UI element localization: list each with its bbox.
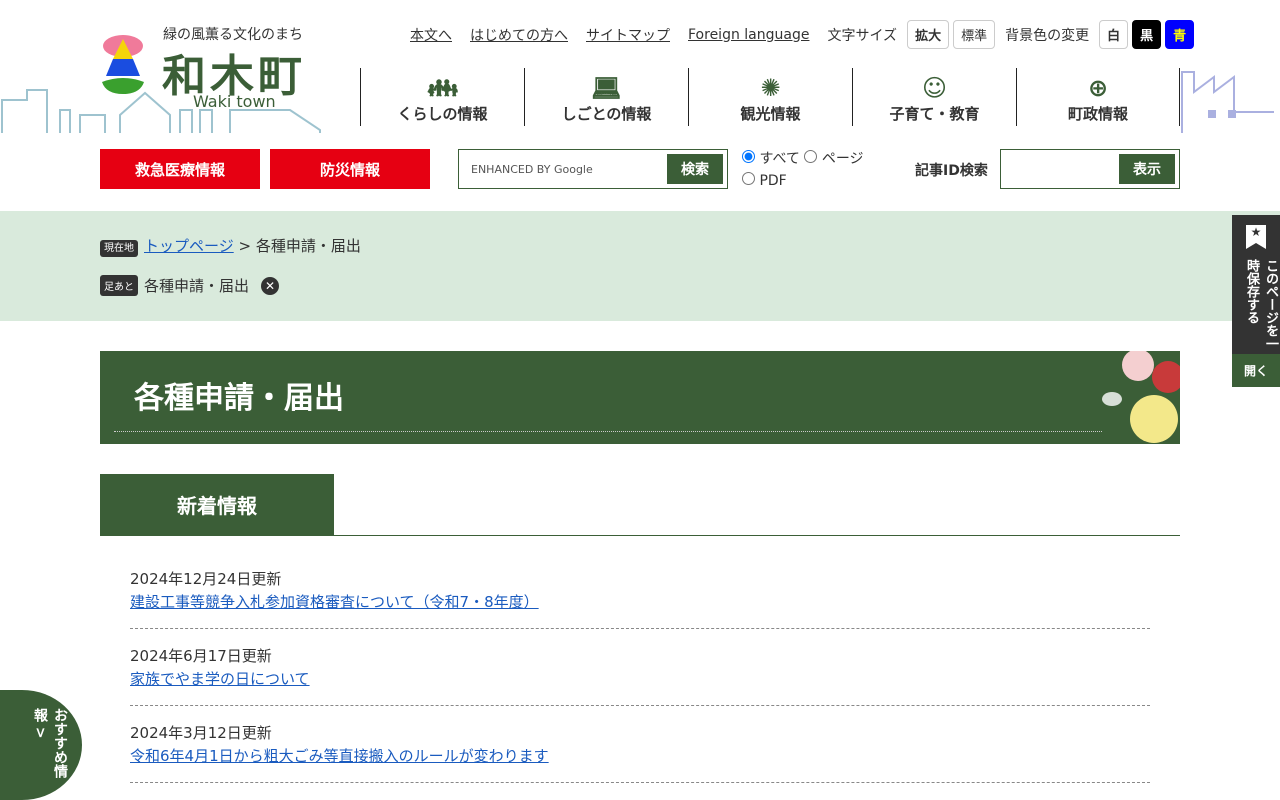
list-item: 2024年12月24日更新建設工事等競争入札参加資格審査について（令和7・8年度… <box>130 566 1150 629</box>
breadcrumb-separator: > <box>233 237 256 255</box>
town-logo-icon <box>102 35 144 94</box>
search-input[interactable]: ENHANCED BY Google <box>463 163 667 176</box>
nav-label: しごとの情報 <box>561 105 652 123</box>
nav-label: くらしの情報 <box>397 105 488 123</box>
list-item: 2024年3月12日更新令和6年4月1日から粗大ごみ等直接搬入のルールが変わりま… <box>130 720 1150 783</box>
nav-work[interactable]: 💻︎ しごとの情報 <box>524 68 688 126</box>
site-search: ENHANCED BY Google 検索 <box>458 149 728 189</box>
bg-black-button[interactable]: 黒 <box>1132 20 1162 49</box>
current-location-badge: 現在地 <box>100 240 138 257</box>
skip-to-content-link[interactable]: 本文へ <box>410 25 452 45</box>
nav-label: 観光情報 <box>740 105 801 123</box>
news-date: 2024年6月17日更新 <box>130 647 272 665</box>
nav-living[interactable]: 👪︎ くらしの情報 <box>360 68 524 126</box>
article-id-search: 表示 <box>1000 149 1180 189</box>
nav-label: 町政情報 <box>1067 105 1128 123</box>
fireworks-icon: ✺ <box>760 74 781 102</box>
breadcrumb-home-link[interactable]: トップページ <box>144 237 234 255</box>
nav-tourism[interactable]: ✺ 観光情報 <box>688 68 852 126</box>
news-link[interactable]: 家族でやま学の日について <box>130 670 310 688</box>
utility-links: 本文へ はじめての方へ サイトマップ Foreign language 文字サイ… <box>410 20 1198 49</box>
scope-pdf-radio[interactable]: PDF <box>742 172 787 189</box>
font-standard-button[interactable]: 標準 <box>953 20 996 49</box>
news-date: 2024年3月12日更新 <box>130 724 272 742</box>
worker-icon: 💻︎ <box>591 74 622 102</box>
nav-label: 子育て・教育 <box>889 105 980 123</box>
first-visit-link[interactable]: はじめての方へ <box>470 25 568 45</box>
bg-white-button[interactable]: 白 <box>1099 20 1129 49</box>
search-scope: すべて ページ PDF <box>742 148 864 192</box>
breadcrumb-current: 各種申請・届出 <box>255 237 361 255</box>
page-title-banner: 各種申請・届出 <box>100 351 1180 444</box>
bookmark-icon: ★ <box>1246 225 1266 249</box>
history-trail: 足あと 各種申請・届出 ✕ <box>100 275 280 296</box>
nav-government[interactable]: ⊕ 町政情報 <box>1016 68 1180 126</box>
bg-blue-button[interactable]: 青 <box>1165 20 1195 49</box>
news-date: 2024年12月24日更新 <box>130 570 282 588</box>
sitemap-link[interactable]: サイトマップ <box>586 25 670 45</box>
recommend-button[interactable]: おすすめ情報 > <box>0 690 82 800</box>
scope-all-radio[interactable]: すべて <box>742 150 800 167</box>
tab-news[interactable]: 新着情報 <box>100 474 334 535</box>
save-page-label: このページを一時保存する <box>1244 259 1278 350</box>
town-emblem-icon: ⊕ <box>1087 74 1109 102</box>
breadcrumb: 現在地 トップページ > 各種申請・届出 <box>100 235 361 257</box>
news-link[interactable]: 建設工事等競争入札参加資格審査について（令和7・8年度） <box>130 593 539 611</box>
close-icon[interactable]: ✕ <box>261 276 280 295</box>
disaster-info-button[interactable]: 防災情報 <box>270 149 430 189</box>
article-id-button[interactable]: 表示 <box>1119 154 1175 184</box>
list-item: 2024年6月17日更新家族でやま学の日について <box>130 643 1150 706</box>
history-badge: 足あと <box>100 275 138 296</box>
bg-color-label: 背景色の変更 <box>1005 27 1090 44</box>
site-logo-subtitle: Waki town <box>193 92 276 111</box>
history-item[interactable]: 各種申請・届出 <box>144 275 249 296</box>
scope-page-radio[interactable]: ページ <box>804 150 864 167</box>
family-icon: 👪︎ <box>427 74 458 102</box>
font-enlarge-button[interactable]: 拡大 <box>907 20 950 49</box>
font-size-label: 文字サイズ <box>827 27 898 44</box>
page-title: 各種申請・届出 <box>134 381 344 416</box>
global-nav: 👪︎ くらしの情報 💻︎ しごとの情報 ✺ 観光情報 ☺ 子育て・教育 ⊕ 町政情報 <box>360 68 1180 126</box>
article-id-label: 記事ID検索 <box>915 163 988 179</box>
save-page-panel[interactable]: ★ このページを一時保存する 開く <box>1232 215 1280 387</box>
news-link[interactable]: 令和6年4月1日から粗大ごみ等直接搬入のルールが変わります <box>130 747 549 765</box>
emergency-medical-button[interactable]: 救急医療情報 <box>100 149 260 189</box>
child-face-icon: ☺ <box>921 74 948 102</box>
nav-childcare[interactable]: ☺ 子育て・教育 <box>852 68 1016 126</box>
breadcrumb-area: 現在地 トップページ > 各種申請・届出 足あと 各種申請・届出 ✕ <box>0 211 1280 321</box>
rose-decoration-icon <box>1102 351 1180 443</box>
factory-illustration <box>1181 71 1274 133</box>
news-list: 2024年12月24日更新建設工事等競争入札参加資格審査について（令和7・8年度… <box>130 566 1150 797</box>
search-button[interactable]: 検索 <box>667 154 723 184</box>
foreign-language-link[interactable]: Foreign language <box>688 27 809 43</box>
open-saved-button[interactable]: 開く <box>1232 354 1280 387</box>
